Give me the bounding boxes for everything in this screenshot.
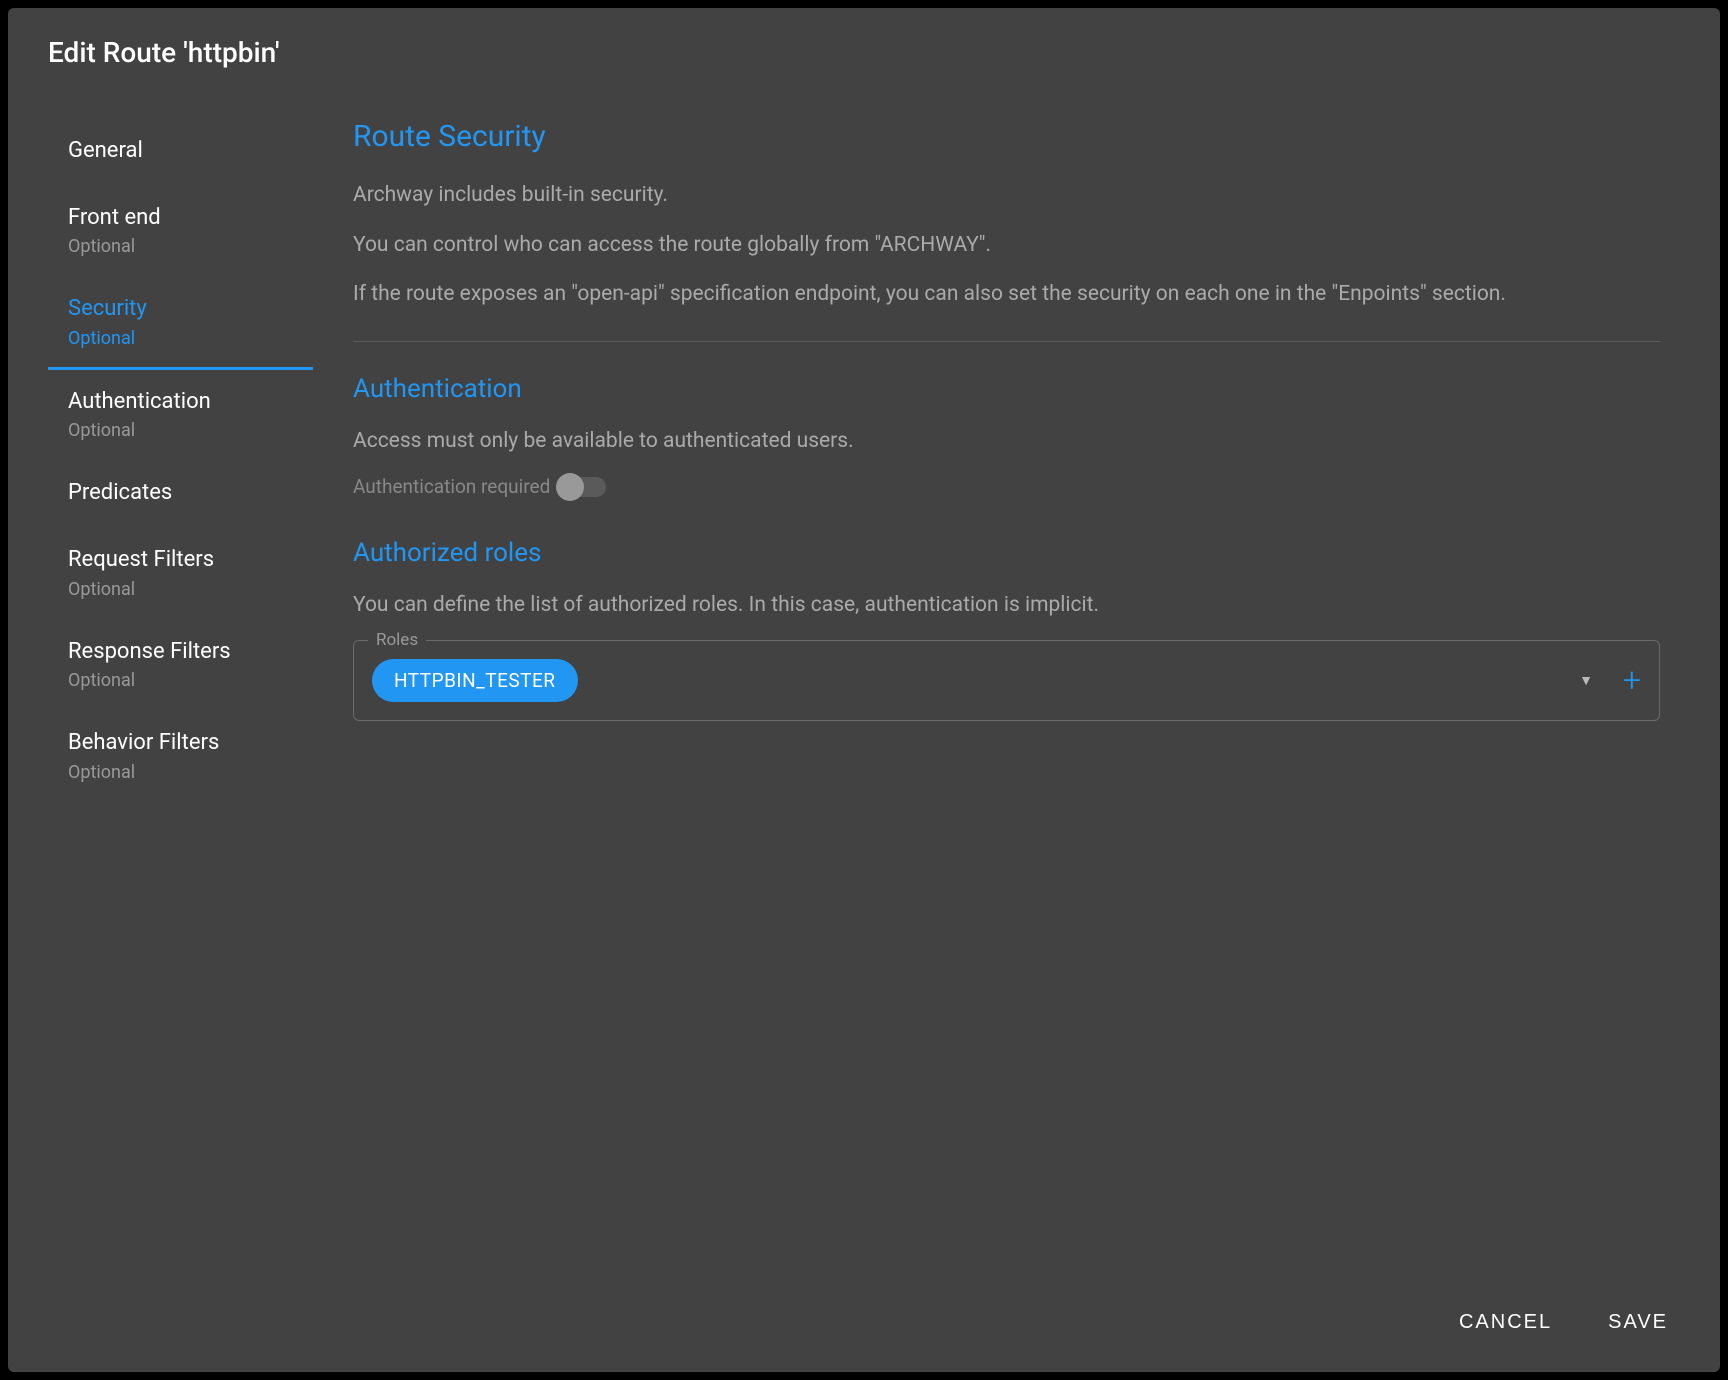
sidebar-item-sub: Optional xyxy=(68,328,293,349)
sidebar-item-label: Authentication xyxy=(68,388,293,417)
dialog-header: Edit Route 'httpbin' xyxy=(8,8,1720,89)
sidebar-item-label: General xyxy=(68,137,293,166)
sidebar-item-label: Behavior Filters xyxy=(68,729,293,758)
sidebar-item-label: Predicates xyxy=(68,479,293,508)
roles-field-legend: Roles xyxy=(368,630,426,650)
dialog-body: General Front end Optional Security Opti… xyxy=(8,89,1720,1277)
sidebar-item-authentication[interactable]: Authentication Optional xyxy=(48,370,313,462)
section-divider xyxy=(353,341,1660,342)
dialog-footer: CANCEL SAVE xyxy=(8,1277,1720,1372)
auth-required-toggle[interactable] xyxy=(558,477,606,497)
authentication-heading: Authentication xyxy=(353,374,1660,404)
sidebar-nav: General Front end Optional Security Opti… xyxy=(48,119,313,1277)
add-role-icon[interactable]: + xyxy=(1623,664,1641,696)
sidebar-item-frontend[interactable]: Front end Optional xyxy=(48,186,313,278)
sidebar-item-label: Request Filters xyxy=(68,546,293,575)
authentication-desc: Access must only be available to authent… xyxy=(353,426,1660,458)
auth-toggle-row: Authentication required xyxy=(353,475,1660,498)
authorized-roles-desc: You can define the list of authorized ro… xyxy=(353,590,1660,622)
sidebar-item-predicates[interactable]: Predicates xyxy=(48,461,313,528)
sidebar-item-sub: Optional xyxy=(68,579,293,600)
sidebar-item-sub: Optional xyxy=(68,670,293,691)
sidebar-item-security[interactable]: Security Optional xyxy=(48,277,313,370)
auth-toggle-label: Authentication required xyxy=(353,475,550,498)
dialog-title: Edit Route 'httpbin' xyxy=(48,36,1680,69)
sidebar-item-general[interactable]: General xyxy=(48,119,313,186)
cancel-button[interactable]: CANCEL xyxy=(1447,1301,1564,1344)
sidebar-item-label: Front end xyxy=(68,204,293,233)
sidebar-item-behavior-filters[interactable]: Behavior Filters Optional xyxy=(48,711,313,803)
sidebar-item-sub: Optional xyxy=(68,420,293,441)
sidebar-item-label: Response Filters xyxy=(68,638,293,667)
authorized-roles-heading: Authorized roles xyxy=(353,538,1660,568)
content-panel: Route Security Archway includes built-in… xyxy=(313,119,1680,1277)
sidebar-item-sub: Optional xyxy=(68,762,293,783)
toggle-thumb-icon xyxy=(556,473,584,501)
route-security-heading: Route Security xyxy=(353,119,1660,154)
chevron-down-icon[interactable]: ▼ xyxy=(1579,672,1593,689)
roles-select-field[interactable]: Roles HTTPBIN_TESTER ▼ + xyxy=(353,640,1660,721)
security-desc-2: You can control who can access the route… xyxy=(353,230,1660,262)
save-button[interactable]: SAVE xyxy=(1596,1301,1680,1344)
security-desc-3: If the route exposes an "open-api" speci… xyxy=(353,279,1660,311)
sidebar-item-label: Security xyxy=(68,295,293,324)
sidebar-item-response-filters[interactable]: Response Filters Optional xyxy=(48,620,313,712)
edit-route-dialog: Edit Route 'httpbin' General Front end O… xyxy=(8,8,1720,1372)
sidebar-item-sub: Optional xyxy=(68,236,293,257)
role-chip[interactable]: HTTPBIN_TESTER xyxy=(372,659,578,702)
sidebar-item-request-filters[interactable]: Request Filters Optional xyxy=(48,528,313,620)
security-desc-1: Archway includes built-in security. xyxy=(353,180,1660,212)
